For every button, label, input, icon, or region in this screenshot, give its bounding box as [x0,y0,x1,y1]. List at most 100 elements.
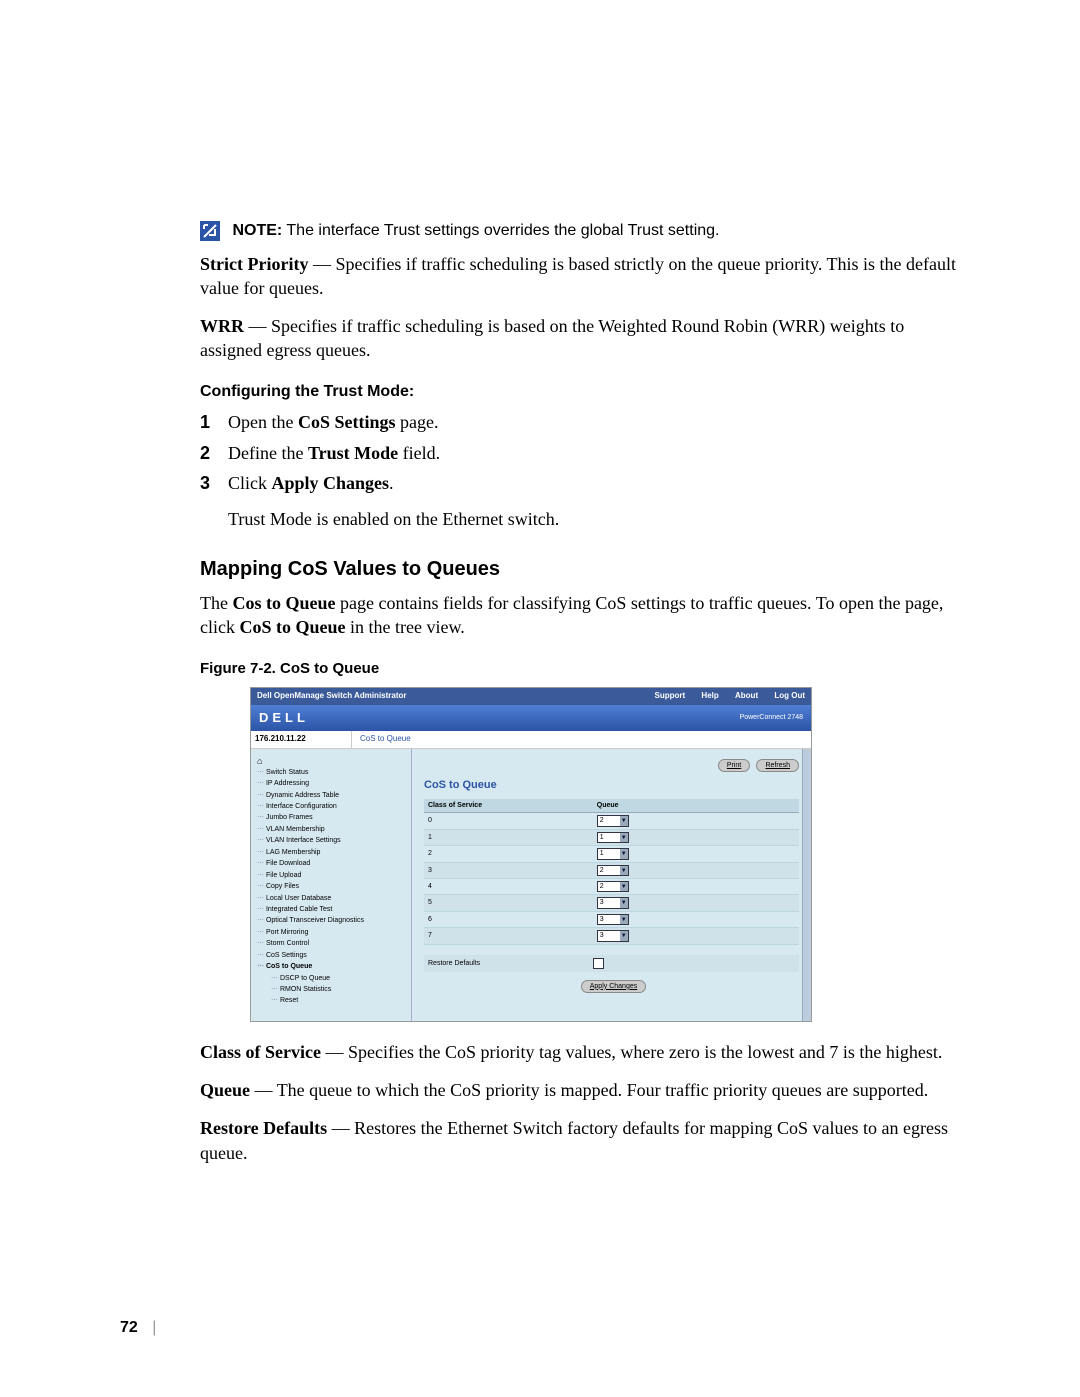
queue-select[interactable]: 1 [597,848,629,859]
cell-cos: 7 [424,928,593,944]
cell-cos: 1 [424,829,593,845]
link-support[interactable]: Support [655,691,686,700]
home-icon[interactable]: ⌂ [257,755,407,767]
queue-select[interactable]: 2 [597,881,629,892]
section-heading: Mapping CoS Values to Queues [200,556,960,583]
embedded-screenshot: Dell OpenManage Switch Administrator Sup… [250,687,812,1021]
tree-item[interactable]: Optical Transceiver Diagnostics [257,915,407,926]
def-cos-lead: Class of Service [200,1042,321,1062]
lead-strict: Strict Priority [200,254,308,274]
table-row: 63 [424,911,799,927]
step-post: field. [398,443,440,463]
restore-checkbox[interactable] [593,958,604,969]
restore-row: Restore Defaults [424,955,799,972]
tree-item[interactable]: Port Mirroring [257,927,407,938]
link-about[interactable]: About [735,691,758,700]
text-wrr: — Specifies if traffic scheduling is bas… [200,316,904,360]
queue-select[interactable]: 3 [597,930,629,941]
cell-queue: 1 [593,846,799,862]
section-text: The Cos to Queue page contains fields fo… [200,591,960,640]
table-row: 73 [424,928,799,944]
link-help[interactable]: Help [701,691,718,700]
tree-item[interactable]: Storm Control [257,938,407,949]
dell-logo: DELL [259,709,309,727]
tree-item[interactable]: Integrated Cable Test [257,904,407,915]
table-row: 53 [424,895,799,911]
queue-select[interactable]: 2 [597,815,629,826]
link-logout[interactable]: Log Out [774,691,805,700]
scrollbar[interactable] [802,749,811,1021]
tree-item[interactable]: File Download [257,858,407,869]
footer-divider: | [152,1319,156,1336]
step-after: Trust Mode is enabled on the Ethernet sw… [228,507,960,531]
step-bold: CoS Settings [298,412,396,432]
def-queue-text: — The queue to which the CoS priority is… [250,1080,928,1100]
tree-item[interactable]: RMON Statistics [257,984,407,995]
subheading-config-trust: Configuring the Trust Mode: [200,381,960,403]
tree-item[interactable]: IP Addressing [257,778,407,789]
note-line: NOTE: The interface Trust settings overr… [200,220,960,242]
table-row: 32 [424,862,799,878]
brand-bar: DELL PowerConnect 2748 [251,705,811,731]
step-pre: Open the [228,412,298,432]
apply-changes-button[interactable]: Apply Changes [581,980,646,993]
print-button[interactable]: Print [718,759,750,772]
nav-tree: ⌂Switch StatusIP AddressingDynamic Addre… [251,749,412,1021]
queue-select[interactable]: 2 [597,865,629,876]
table-row: 11 [424,829,799,845]
header-links: Support Help About Log Out [641,691,805,702]
tree-item[interactable]: Jumbo Frames [257,812,407,823]
table-row: 21 [424,846,799,862]
tree-item[interactable]: File Upload [257,870,407,881]
cell-queue: 3 [593,895,799,911]
def-restore: Restore Defaults — Restores the Ethernet… [200,1116,960,1165]
para-wrr: WRR — Specifies if traffic scheduling is… [200,314,960,363]
step-pre: Click [228,473,272,493]
table-row: 02 [424,813,799,829]
cell-queue: 3 [593,928,799,944]
note-label: NOTE: [232,222,282,239]
cell-cos: 3 [424,862,593,878]
para-strict: Strict Priority — Specifies if traffic s… [200,252,960,301]
queue-select[interactable]: 3 [597,914,629,925]
cell-queue: 3 [593,911,799,927]
cell-queue: 2 [593,862,799,878]
tree-item[interactable]: Dynamic Address Table [257,790,407,801]
def-queue: Queue — The queue to which the CoS prior… [200,1078,960,1102]
cell-cos: 6 [424,911,593,927]
cell-cos: 0 [424,813,593,829]
tree-item[interactable]: VLAN Membership [257,824,407,835]
tree-item[interactable]: DSCP to Queue [257,973,407,984]
tree-item[interactable]: Reset [257,995,407,1006]
tree-item[interactable]: Copy Files [257,881,407,892]
th-queue: Queue [593,799,799,813]
step-item: 2 Define the Trust Mode field. [200,441,960,465]
page-footer: 72 | [120,1319,156,1337]
step-number: 1 [200,410,210,434]
queue-select[interactable]: 1 [597,832,629,843]
tree-item[interactable]: Local User Database [257,893,407,904]
breadcrumb-row: 176.210.11.22 CoS to Queue [251,731,811,749]
step-number: 2 [200,441,210,465]
window-titlebar: Dell OpenManage Switch Administrator Sup… [251,688,811,705]
figure-caption: Figure 7-2. CoS to Queue [200,659,960,679]
tree-item[interactable]: Switch Status [257,767,407,778]
steps-list: 1Open the CoS Settings page.2Define the … [200,410,960,495]
cell-cos: 2 [424,846,593,862]
tree-item[interactable]: CoS Settings [257,950,407,961]
step-item: 3Click Apply Changes. [200,471,960,495]
cell-cos: 5 [424,895,593,911]
tree-item[interactable]: LAG Membership [257,847,407,858]
cos-queue-table: Class of Service Queue 0211213242536373 [424,799,799,945]
step-item: 1Open the CoS Settings page. [200,410,960,434]
step-bold: Trust Mode [308,443,398,463]
step-pre: Define the [228,443,308,463]
def-cos-text: — Specifies the CoS priority tag values,… [321,1042,942,1062]
st-post: in the tree view. [346,617,465,637]
tree-item-active[interactable]: CoS to Queue [257,961,407,972]
queue-select[interactable]: 3 [597,897,629,908]
refresh-button[interactable]: Refresh [756,759,799,772]
tree-item[interactable]: Interface Configuration [257,801,407,812]
tree-item[interactable]: VLAN Interface Settings [257,835,407,846]
cell-queue: 2 [593,813,799,829]
